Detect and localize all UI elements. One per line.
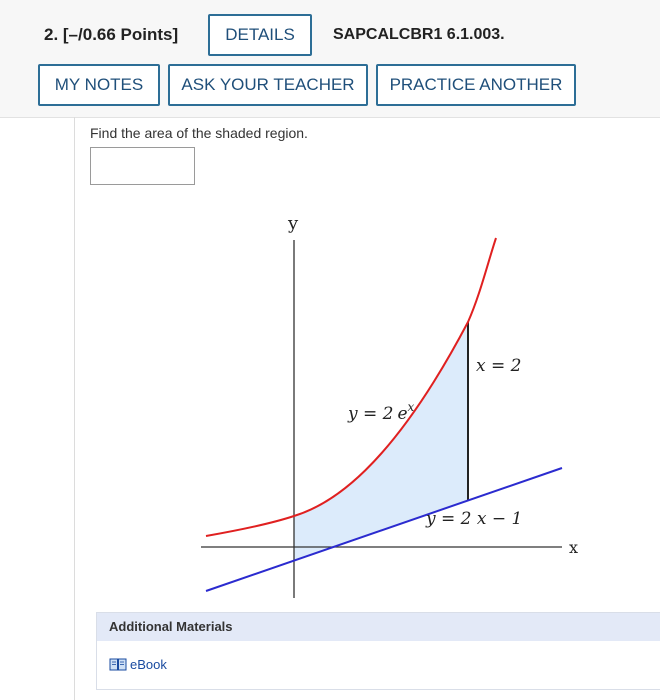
- ebook-link[interactable]: eBook: [109, 657, 167, 672]
- x-axis-label: x: [569, 538, 578, 557]
- book-icon: [109, 658, 127, 670]
- ebook-label: eBook: [130, 657, 167, 672]
- curve-label-lhs: y = 2: [347, 404, 393, 424]
- additional-materials-panel: Additional Materials eBook: [96, 612, 660, 690]
- curve-label-base: e: [397, 404, 407, 424]
- line-label: y = 2 x − 1: [425, 509, 522, 529]
- area-graph: y x y = 2 ex x = 2 y = 2 x − 1: [201, 213, 578, 598]
- curve-label: y = 2 ex: [347, 400, 415, 424]
- y-axis-label: y: [287, 213, 299, 234]
- vertical-line-label: x = 2: [476, 356, 521, 376]
- curve-label-exponent: x: [408, 400, 415, 414]
- additional-materials-header: Additional Materials: [97, 613, 660, 641]
